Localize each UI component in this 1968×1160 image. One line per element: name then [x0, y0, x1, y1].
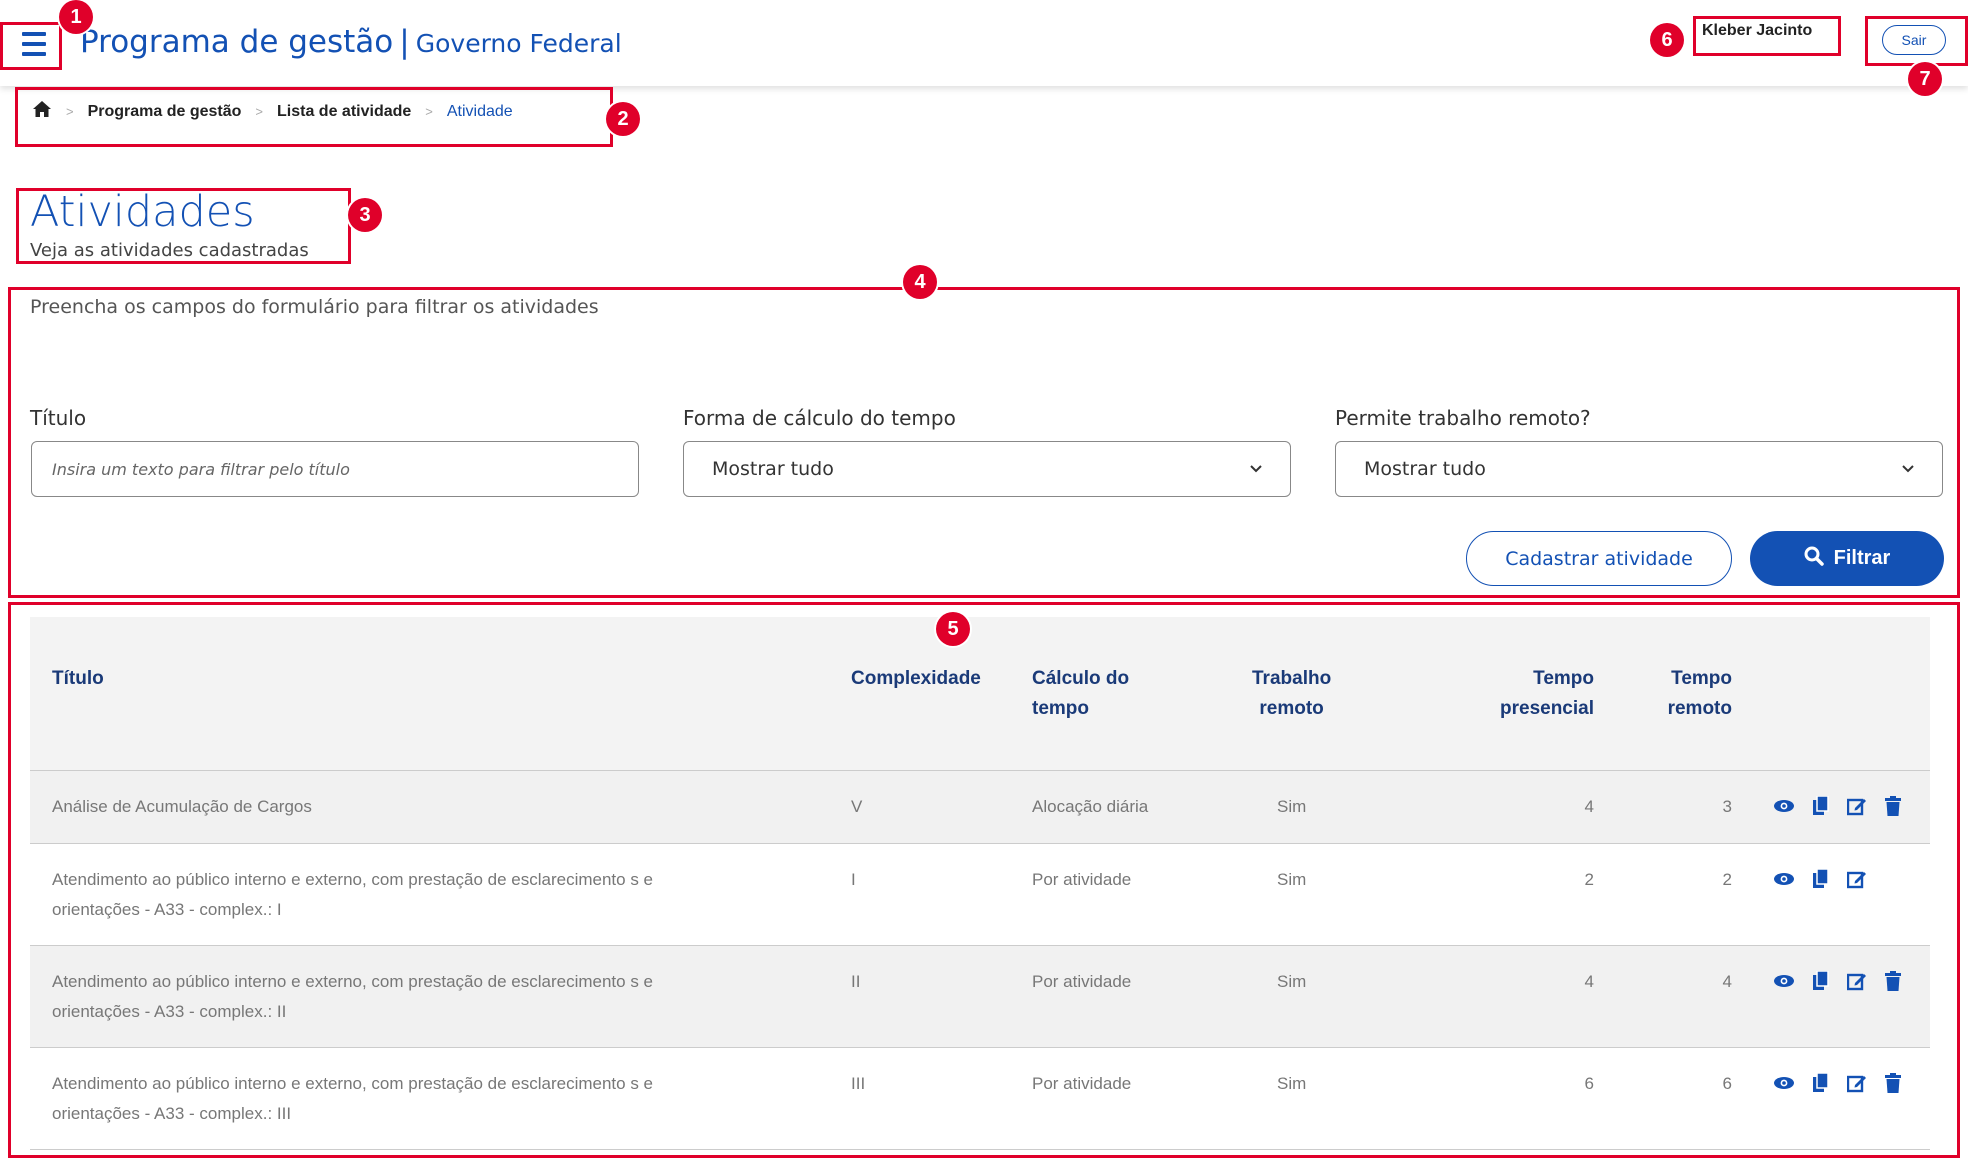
annotation-box-5	[8, 602, 1960, 1158]
annotation-marker-3: 3	[348, 198, 382, 232]
annotation-box-4	[8, 287, 1960, 598]
annotation-box-3	[16, 188, 351, 264]
annotation-box-2	[15, 87, 613, 147]
annotation-marker-1: 1	[59, 0, 93, 34]
title-separator: |	[399, 24, 410, 60]
app-title-text: Programa de gestão	[80, 24, 394, 60]
org-name: Governo Federal	[415, 29, 622, 58]
annotation-box-7	[1865, 16, 1968, 66]
annotation-box-6	[1693, 16, 1841, 56]
annotation-marker-6: 6	[1650, 23, 1684, 57]
app-title[interactable]: Programa de gestão | Governo Federal	[80, 24, 622, 60]
annotation-marker-4: 4	[903, 265, 937, 299]
annotation-marker-5: 5	[936, 612, 970, 646]
annotation-box-1	[0, 22, 62, 70]
annotation-marker-7: 7	[1908, 62, 1942, 96]
annotation-marker-2: 2	[606, 102, 640, 136]
